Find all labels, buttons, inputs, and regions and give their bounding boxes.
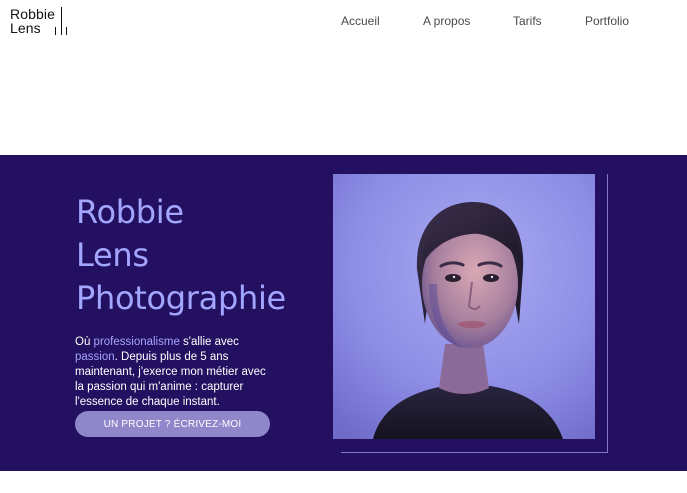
contact-cta-button[interactable]: UN PROJET ? ÉCRIVEZ-MOI xyxy=(75,411,270,437)
hero-title-line-1: Robbie xyxy=(76,193,184,231)
main-nav: Accueil A propos Tarifs Portfolio xyxy=(0,14,687,30)
nav-portfolio[interactable]: Portfolio xyxy=(585,14,629,28)
hero-section: Robbie Lens Photographie Où professional… xyxy=(0,155,687,471)
nav-tarifs[interactable]: Tarifs xyxy=(513,14,542,28)
hero-title-line-3: Photographie xyxy=(76,279,286,317)
hero-description: Où professionalisme s'allie avec passion… xyxy=(75,335,275,410)
portrait-photo xyxy=(333,174,595,439)
hero-title: Robbie Lens Photographie xyxy=(76,191,336,320)
hero-title-line-2: Lens xyxy=(76,236,149,274)
desc-part-2: s'allie avec xyxy=(179,336,239,348)
desc-part-1: Où xyxy=(75,336,94,348)
desc-highlight-professionalisme: professionalisme xyxy=(93,336,180,348)
portrait-image xyxy=(333,174,595,439)
nav-accueil[interactable]: Accueil xyxy=(341,14,380,28)
desc-highlight-passion: passion xyxy=(75,351,115,363)
nav-a-propos[interactable]: A propos xyxy=(423,14,470,28)
